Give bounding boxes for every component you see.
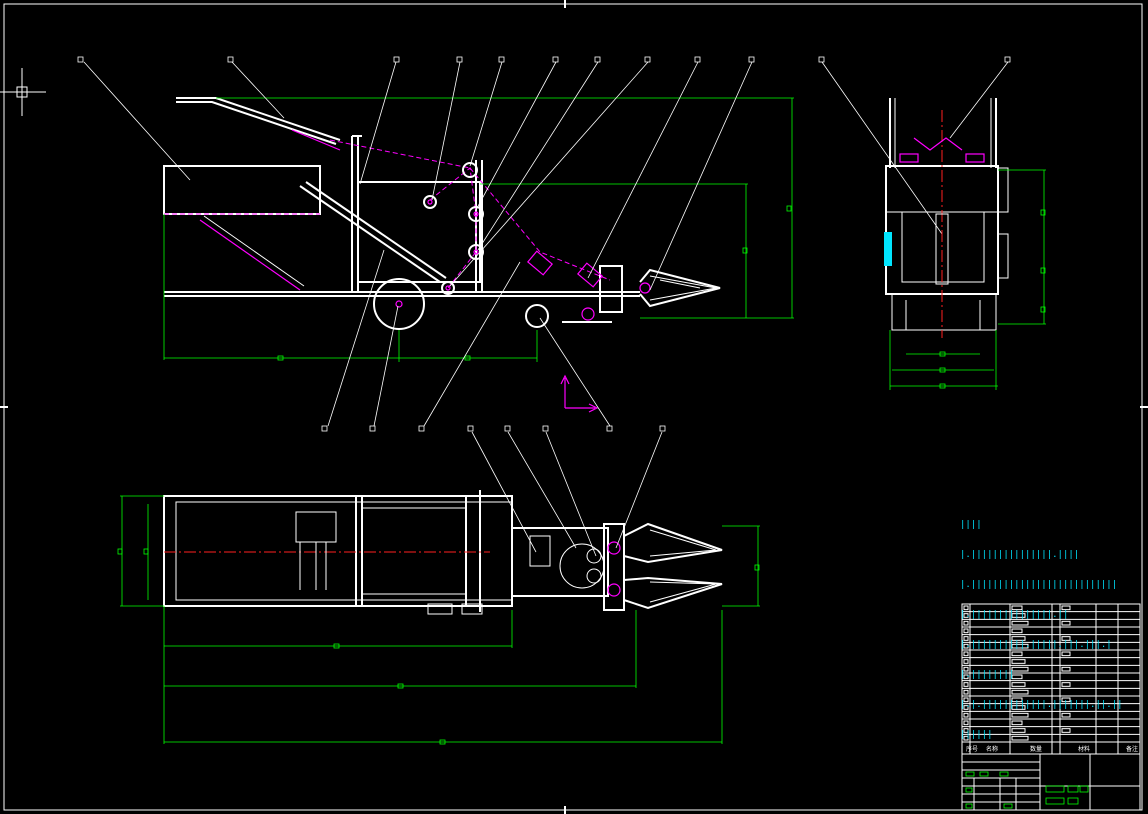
crosshair-cursor-icon [0, 68, 46, 116]
hopper-box [163, 165, 321, 215]
top-view [163, 490, 723, 615]
main-wheel [373, 278, 425, 330]
ucs-axis-icon [560, 374, 599, 413]
note-line: |.|||||||| [960, 670, 1015, 680]
note-line: |||| [960, 520, 982, 530]
note-line: |.||||||||||||||||||||||||||| [960, 580, 1118, 590]
note-line: |.|||||||||||||||.|||| [960, 550, 1080, 560]
side-view-dimensions [889, 169, 1046, 390]
part-leaders-top [467, 425, 666, 557]
note-line: |.|||||||||||||||.|| [960, 610, 1069, 620]
part-leaders-front [77, 56, 1011, 432]
note-line: |||||| [960, 730, 993, 740]
note-line: |.|.||||||||||||.|||||||.||.|| [960, 700, 1123, 710]
technical-notes: |||| |.|||||||||||||||.|||| |.||||||||||… [960, 500, 1123, 750]
front-view [163, 97, 721, 413]
title-block [961, 753, 1141, 811]
top-view-dimensions [117, 495, 760, 745]
bom-header-label: 备注 [1126, 745, 1138, 753]
front-wheel [525, 304, 549, 328]
note-line: |.||||||||||.|||||.|||.|||.| [960, 640, 1112, 650]
side-view [884, 98, 1009, 338]
